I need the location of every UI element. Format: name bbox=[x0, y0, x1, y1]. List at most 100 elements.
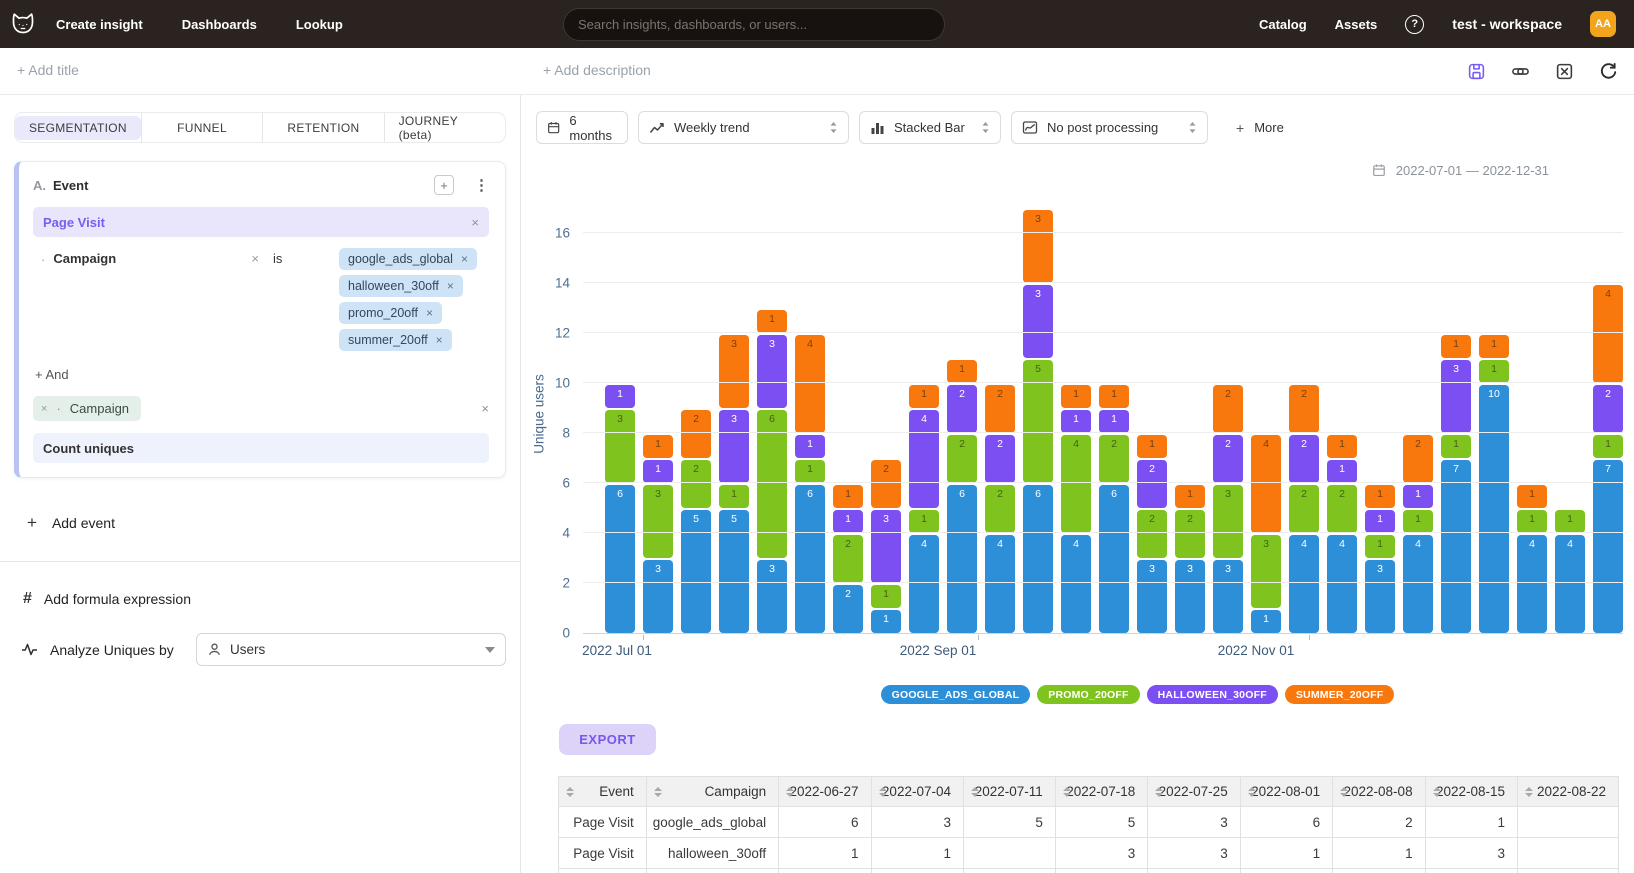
add-and-condition[interactable]: + And bbox=[35, 367, 489, 382]
nav-lookup[interactable]: Lookup bbox=[296, 17, 343, 32]
clear-breakdown-icon[interactable]: × bbox=[481, 401, 489, 416]
column-header[interactable]: 2022-07-11 bbox=[963, 777, 1055, 807]
nav-assets[interactable]: Assets bbox=[1335, 17, 1378, 32]
save-icon[interactable] bbox=[1466, 61, 1486, 81]
chart-bar: 1110 bbox=[1479, 335, 1509, 633]
tab-retention[interactable]: RETENTION bbox=[262, 113, 383, 142]
y-tick-label: 6 bbox=[562, 476, 570, 491]
bar-value-label: 1 bbox=[1099, 410, 1129, 425]
date-window-button[interactable]: 6 months bbox=[536, 111, 628, 144]
remove-value-icon[interactable]: × bbox=[436, 333, 443, 347]
cat-logo-icon[interactable] bbox=[8, 10, 36, 38]
column-header[interactable]: 2022-08-08 bbox=[1333, 777, 1425, 807]
bar-value-label: 2 bbox=[1289, 385, 1319, 400]
gridline bbox=[583, 432, 1623, 433]
analyze-entity-select[interactable]: Users bbox=[196, 633, 506, 666]
bar-segment: 3 bbox=[1213, 485, 1243, 558]
event-menu-icon[interactable]: ⋮ bbox=[474, 176, 489, 194]
tab-funnel[interactable]: FUNNEL bbox=[141, 113, 262, 142]
bar-value-label: 1 bbox=[795, 460, 825, 475]
breakdown-chip[interactable]: × · Campaign bbox=[33, 396, 141, 421]
help-icon[interactable]: ? bbox=[1405, 15, 1424, 34]
add-formula-button[interactable]: # Add formula expression bbox=[14, 590, 506, 608]
tab-journey[interactable]: JOURNEY (beta) bbox=[384, 113, 505, 142]
search-input[interactable] bbox=[578, 17, 930, 32]
column-header[interactable]: Event bbox=[559, 777, 647, 807]
column-header[interactable]: 2022-08-22 bbox=[1518, 777, 1619, 807]
bar-value-label: 4 bbox=[1061, 435, 1091, 450]
remove-value-icon[interactable]: × bbox=[447, 279, 454, 293]
bar-segment: 3 bbox=[757, 560, 787, 633]
gridline bbox=[583, 382, 1623, 383]
filter-value-chip[interactable]: google_ads_global × bbox=[339, 248, 477, 270]
column-header[interactable]: 2022-07-18 bbox=[1055, 777, 1147, 807]
y-tick-label: 4 bbox=[562, 526, 570, 541]
nav-create-insight[interactable]: Create insight bbox=[56, 17, 143, 32]
more-options-button[interactable]: + More bbox=[1236, 120, 1284, 136]
bar-value-label: 1 bbox=[833, 510, 863, 525]
bar-segment: 2 bbox=[833, 585, 863, 633]
table-row: Page Visitgoogle_ads_global63553621 bbox=[559, 807, 1619, 838]
global-search bbox=[563, 8, 945, 41]
nav-catalog[interactable]: Catalog bbox=[1259, 17, 1307, 32]
bar-segment: 6 bbox=[605, 485, 635, 633]
bar-segment: 1 bbox=[871, 585, 901, 608]
nav-dashboards[interactable]: Dashboards bbox=[182, 17, 257, 32]
refresh-icon[interactable] bbox=[1598, 61, 1618, 81]
filter-property[interactable]: Campaign bbox=[53, 251, 116, 266]
bar-value-label: 2 bbox=[1213, 385, 1243, 400]
waveform-icon bbox=[21, 641, 38, 658]
add-filter-button[interactable]: + bbox=[434, 175, 454, 195]
filter-value-label: google_ads_global bbox=[348, 252, 453, 266]
link-icon[interactable] bbox=[1510, 61, 1530, 81]
clear-chart-icon[interactable] bbox=[1554, 61, 1574, 81]
column-header[interactable]: 2022-08-01 bbox=[1240, 777, 1332, 807]
export-button[interactable]: EXPORT bbox=[559, 724, 656, 755]
trend-select[interactable]: Weekly trend bbox=[638, 111, 849, 144]
column-header[interactable]: 2022-08-15 bbox=[1425, 777, 1517, 807]
post-processing-select[interactable]: No post processing bbox=[1011, 111, 1208, 144]
add-description-field[interactable]: + Add description bbox=[543, 62, 651, 78]
aggregation-selector[interactable]: Count uniques bbox=[33, 433, 489, 463]
chart-bar: 3315 bbox=[719, 335, 749, 633]
gridline bbox=[583, 332, 1623, 333]
filter-value-chip[interactable]: halloween_30off× bbox=[339, 275, 463, 297]
chevron-down-icon bbox=[485, 647, 495, 653]
remove-breakdown-icon[interactable]: × bbox=[41, 403, 47, 415]
app-window: Create insight Dashboards Lookup Catalog… bbox=[0, 0, 1634, 873]
bar-segment: 1 bbox=[1555, 510, 1585, 533]
bar-segment: 2 bbox=[985, 435, 1015, 483]
column-header[interactable]: 2022-07-25 bbox=[1148, 777, 1240, 807]
column-header[interactable]: 2022-06-27 bbox=[779, 777, 871, 807]
legend-chip[interactable]: PROMO_20OFF bbox=[1037, 685, 1139, 704]
bar-segment: 1 bbox=[1441, 335, 1471, 358]
event-selector[interactable]: Page Visit × bbox=[33, 207, 489, 237]
remove-event-icon[interactable]: × bbox=[471, 215, 479, 230]
bar-segment: 1 bbox=[1479, 335, 1509, 358]
bar-segment: 2 bbox=[1137, 510, 1167, 558]
table-cell: 1 bbox=[871, 838, 963, 869]
column-header[interactable]: 2022-07-04 bbox=[871, 777, 963, 807]
legend-chip[interactable]: GOOGLE_ADS_GLOBAL bbox=[881, 685, 1031, 704]
column-header[interactable]: Campaign bbox=[646, 777, 778, 807]
bar-segment: 1 bbox=[605, 385, 635, 408]
avatar[interactable]: AA bbox=[1590, 11, 1616, 37]
sort-icon bbox=[1248, 787, 1256, 797]
remove-value-icon[interactable]: × bbox=[461, 252, 468, 266]
filter-value-chip[interactable]: promo_20off× bbox=[339, 302, 442, 324]
add-title-field[interactable]: + Add title bbox=[17, 62, 79, 78]
table-cell: halloween_30off bbox=[646, 838, 778, 869]
table-cell: 1 bbox=[1425, 807, 1517, 838]
filter-operator[interactable]: is bbox=[273, 251, 339, 266]
remove-value-icon[interactable]: × bbox=[426, 306, 433, 320]
legend-chip[interactable]: SUMMER_20OFF bbox=[1285, 685, 1395, 704]
filter-value-chip[interactable]: summer_20off× bbox=[339, 329, 452, 351]
tab-segmentation[interactable]: SEGMENTATION bbox=[15, 113, 141, 142]
chart-type-select[interactable]: Stacked Bar bbox=[859, 111, 1001, 144]
workspace-name[interactable]: test - workspace bbox=[1452, 16, 1562, 32]
bar-value-label: 3 bbox=[719, 335, 749, 350]
remove-filter-icon[interactable]: × bbox=[251, 251, 259, 266]
add-event-button[interactable]: + Add event bbox=[14, 513, 506, 533]
y-tick-label: 12 bbox=[555, 326, 570, 341]
legend-chip[interactable]: HALLOWEEN_30OFF bbox=[1147, 685, 1278, 704]
